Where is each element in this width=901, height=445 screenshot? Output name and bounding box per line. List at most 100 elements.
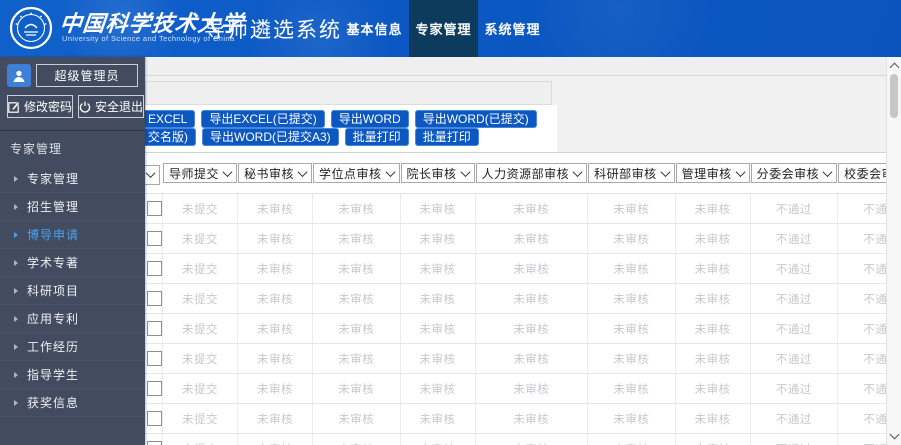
logout-button[interactable]: 安全退出	[78, 95, 144, 118]
status-cell: 未审核	[613, 354, 649, 366]
row-checkbox[interactable]	[147, 351, 162, 366]
status-cell: 未审核	[513, 354, 549, 366]
sidebar-menu-item[interactable]: 博导申请	[0, 221, 145, 249]
table-row: 未提交未审核未审核未审核未审核未审核未审核不通过不通过选择学位分委会	[145, 194, 886, 224]
filter-select-label: 人力资源部审核	[482, 165, 570, 182]
filter-select[interactable]: 秘书审核	[238, 163, 312, 183]
filter-select[interactable]: 人力资源部审核	[476, 163, 588, 183]
row-checkbox[interactable]	[147, 231, 162, 246]
row-checkbox[interactable]	[147, 411, 162, 426]
status-cell: 未审核	[338, 354, 374, 366]
status-cell: 未审核	[513, 264, 549, 276]
toolbar-button[interactable]: 批量打印	[415, 128, 479, 146]
toolbar-button[interactable]: 交名版)	[145, 128, 196, 146]
toolbar-button[interactable]: 导出WORD(已提交A3)	[202, 128, 339, 146]
export-button-row-2: 交名版) 导出WORD(已提交A3) 批量打印批量打印	[145, 128, 485, 146]
toolbar-button[interactable]: 导出WORD(已提交)	[415, 110, 537, 128]
toolbar-button[interactable]: 批量打印	[345, 128, 409, 146]
nav-tab[interactable]: 基本信息	[340, 0, 409, 57]
vertical-scrollbar[interactable]	[886, 57, 901, 445]
sidebar-menu-item[interactable]: 学术专著	[0, 249, 145, 277]
row-checkbox[interactable]	[147, 321, 162, 336]
status-cell: 未审核	[338, 264, 374, 276]
status-cell: 未审核	[420, 234, 456, 246]
status-cell: 不通过	[776, 354, 812, 366]
filter-select[interactable]: 导师提交	[163, 163, 237, 183]
filter-select-clipped[interactable]	[145, 165, 160, 185]
status-cell: 未审核	[257, 324, 293, 336]
sidebar-menu-item[interactable]: 指导学生	[0, 361, 145, 389]
status-cell: 不通过	[776, 294, 812, 306]
filter-select-label: 院长审核	[407, 165, 457, 182]
scrollbar-thumb[interactable]	[890, 74, 898, 118]
filter-select[interactable]: 学位点审核	[313, 163, 400, 183]
edit-icon	[8, 101, 20, 113]
filter-select-label: 秘书审核	[244, 165, 294, 182]
status-cell: 未提交	[182, 264, 218, 276]
status-cell: 未审核	[613, 204, 649, 216]
sidebar-menu-item[interactable]: 工作经历	[0, 333, 145, 361]
status-cell: 未提交	[182, 354, 218, 366]
nav-tab[interactable]: 系统管理	[478, 0, 547, 57]
row-checkbox[interactable]	[147, 201, 162, 216]
status-cell: 不通过	[776, 324, 812, 336]
content-top-band	[145, 57, 886, 76]
status-cell: 未审核	[420, 204, 456, 216]
sidebar-menu-item[interactable]: 专家管理	[0, 165, 145, 193]
chevron-right-icon	[14, 400, 18, 406]
status-cell: 未审核	[613, 264, 649, 276]
scroll-down-icon[interactable]	[890, 430, 900, 440]
change-password-button[interactable]: 修改密码	[7, 95, 73, 118]
user-icon	[7, 64, 31, 87]
row-checkbox[interactable]	[147, 381, 162, 396]
sidebar-menu-item[interactable]: 获奖信息	[0, 389, 145, 417]
row-checkbox[interactable]	[147, 441, 162, 445]
filter-select[interactable]: 分委会审核	[751, 163, 838, 183]
table-row: 未提交未审核未审核未审核未审核未审核未审核不通过不通过选择学位分委会	[145, 254, 886, 284]
status-cell: 未审核	[695, 414, 731, 426]
filter-select-label: 管理审核	[682, 165, 732, 182]
change-password-label: 修改密码	[24, 98, 72, 115]
status-cell: 未审核	[513, 294, 549, 306]
status-cell: 不通过	[863, 384, 886, 396]
filter-select-label: 分委会审核	[757, 165, 820, 182]
status-cell: 未审核	[257, 234, 293, 246]
status-cell: 未审核	[613, 324, 649, 336]
status-cell: 未审核	[257, 384, 293, 396]
scroll-up-icon[interactable]	[890, 63, 900, 73]
current-user-name: 超级管理员	[36, 64, 138, 87]
status-cell: 未审核	[613, 294, 649, 306]
table-row: 未提交未审核未审核未审核未审核未审核未审核不通过不通过科学岛分院	[145, 404, 886, 434]
nav-tab[interactable]: 专家管理	[409, 0, 478, 57]
toolbar-button[interactable]: EXCEL	[145, 110, 195, 128]
sidebar-menu-item[interactable]: 科研项目	[0, 277, 145, 305]
filter-select[interactable]: 院长审核	[401, 163, 475, 183]
sidebar-menu-item[interactable]: 应用专利	[0, 305, 145, 333]
chevron-down-icon	[660, 167, 670, 177]
sidebar-menu-label: 应用专利	[27, 310, 79, 327]
toolbar-button[interactable]: 导出EXCEL(已提交)	[201, 110, 324, 128]
filter-select[interactable]: 管理审核	[676, 163, 750, 183]
row-checkbox[interactable]	[147, 261, 162, 276]
status-cell: 未审核	[513, 384, 549, 396]
table-row: 未提交未审核未审核未审核未审核未审核未审核不通过不通过选择学位分委会	[145, 224, 886, 254]
status-cell: 未审核	[695, 264, 731, 276]
status-cell: 不通过	[776, 204, 812, 216]
sidebar-menu-item[interactable]: 招生管理	[0, 193, 145, 221]
row-checkbox[interactable]	[147, 291, 162, 306]
system-title: 导师遴选系统	[204, 14, 342, 44]
chevron-down-icon	[298, 167, 308, 177]
filter-select[interactable]: 科研部审核	[588, 163, 675, 183]
filter-select[interactable]: 校委会审核	[838, 163, 886, 183]
table-row: 未提交未审核未审核未审核未审核未审核未审核不通过不通过科学岛分院	[145, 434, 886, 445]
sidebar-menu-label: 工作经历	[27, 338, 79, 355]
chevron-right-icon	[14, 316, 18, 322]
status-cell: 未提交	[182, 294, 218, 306]
status-cell: 未审核	[695, 384, 731, 396]
app-header: 中国科学技术大学 University of Science and Techn…	[0, 0, 901, 57]
toolbar-button[interactable]: 导出WORD	[331, 110, 409, 128]
status-cell: 未审核	[513, 234, 549, 246]
chevron-right-icon	[14, 260, 18, 266]
status-cell: 未审核	[420, 294, 456, 306]
status-cell: 不通过	[863, 354, 886, 366]
